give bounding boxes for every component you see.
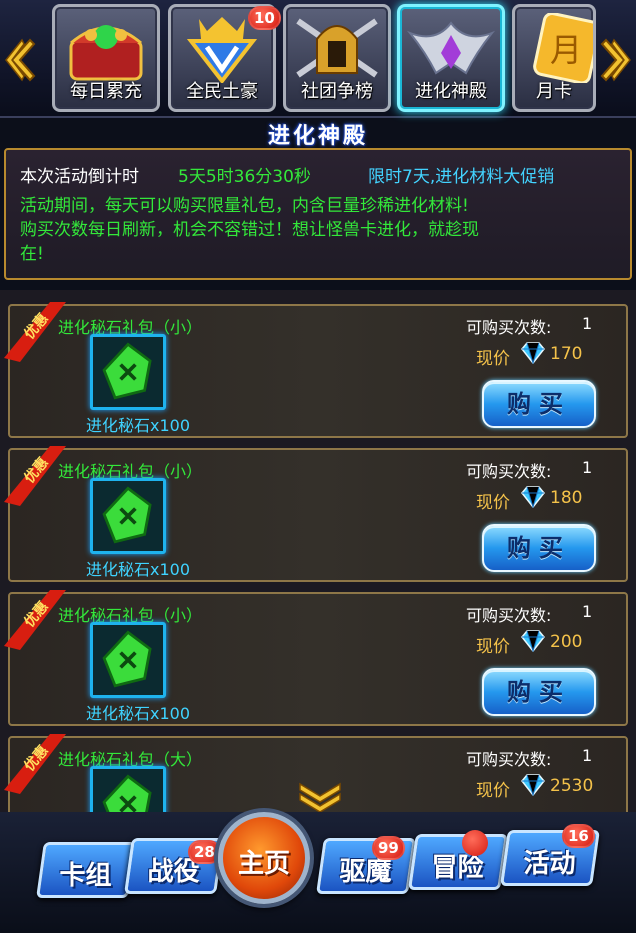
notification-badge: 28 (188, 840, 221, 864)
nav-adventure-button[interactable]: 冒险 (408, 834, 508, 890)
purchase-limit-label: 可购买次数: (466, 750, 552, 769)
tab-label: 全民土豪 (186, 81, 258, 102)
tab-label: 月卡 (536, 81, 572, 102)
activity-description: 活动期间，每天可以购买限量礼包，内含巨量珍稀进化材料! 购买次数每日刷新，机会不… (20, 194, 580, 266)
purchase-limit-value: 1 (582, 314, 593, 333)
price-label: 现价 (476, 349, 510, 369)
month-card-icon: 月 (521, 12, 593, 85)
desc-line: 在! (20, 244, 44, 264)
price-value: 200 (550, 632, 583, 652)
price-label: 现价 (476, 637, 510, 657)
package-card: 优惠 进化秘石礼包（小） 进化秘石x100 可购买次数: 1 现价 180 购买 (4, 446, 628, 582)
purchase-limit-value: 1 (582, 458, 593, 477)
buy-button[interactable]: 购买 (482, 524, 596, 572)
price-value: 170 (550, 344, 583, 364)
diamond-icon (521, 630, 545, 652)
scroll-down-chevron-icon[interactable] (296, 780, 344, 812)
treasure-chest-icon (61, 13, 151, 83)
winged-crest-icon (406, 13, 496, 83)
tab-month-card[interactable]: 月 月卡 (512, 4, 596, 112)
notification-badge: 10 (248, 6, 281, 30)
nav-home-button[interactable]: 主页 (218, 812, 310, 904)
nav-label: 卡组 (59, 861, 112, 891)
nav-label: 冒险 (431, 853, 484, 883)
package-list[interactable]: 优惠 进化秘石礼包（小） 进化秘石x100 可购买次数: 1 现价 170 购买… (0, 290, 636, 816)
evolution-stone-icon[interactable] (90, 334, 166, 410)
purchase-limit-label: 可购买次数: (466, 318, 552, 337)
evolution-stone-icon[interactable] (90, 478, 166, 554)
diamond-icon (521, 342, 545, 364)
purchase-limit-value: 1 (582, 602, 593, 621)
activity-info-panel: 本次活动倒计时 5天5时36分30秒 限时7天,进化材料大促销 活动期间，每天可… (4, 148, 632, 280)
package-card: 优惠 进化秘石礼包（小） 进化秘石x100 可购买次数: 1 现价 200 购买 (4, 590, 628, 726)
scroll-right-arrow-icon[interactable] (598, 36, 632, 84)
helmet-swords-icon (292, 13, 382, 83)
purchase-limit-label: 可购买次数: (466, 606, 552, 625)
evolution-stone-icon[interactable] (90, 622, 166, 698)
nav-deck-button[interactable]: 卡组 (36, 842, 136, 898)
tab-label: 进化神殿 (415, 81, 487, 102)
purchase-limit-value: 1 (582, 746, 593, 765)
price-label: 现价 (476, 781, 510, 801)
svg-text:月: 月 (550, 31, 582, 69)
page-title: 进化神殿 (267, 124, 368, 149)
promo-text: 限时7天,进化材料大促销 (368, 167, 555, 187)
tab-evolution-temple[interactable]: 进化神殿 (397, 4, 505, 112)
tab-daily-recharge[interactable]: 每日累充 (52, 4, 160, 112)
price-value: 2530 (550, 776, 594, 796)
purchase-limit-label: 可购买次数: (466, 462, 552, 481)
evolution-stone-icon[interactable] (90, 766, 166, 816)
item-name: 进化秘石x100 (85, 560, 190, 579)
notification-badge: 99 (372, 836, 405, 860)
package-card: 优惠 进化秘石礼包（小） 进化秘石x100 可购买次数: 1 现价 170 购买 (4, 302, 628, 438)
nav-label: 主页 (237, 849, 290, 879)
scroll-left-arrow-icon[interactable] (4, 36, 38, 84)
notification-dot (462, 830, 488, 856)
buy-button[interactable]: 购买 (482, 668, 596, 716)
desc-line: 活动期间，每天可以购买限量礼包，内含巨量珍稀进化材料! (20, 196, 469, 216)
tab-label: 每日累充 (70, 81, 142, 102)
top-tab-bar: 每日累充 全民土豪 10 社团争榜 进化神殿 月 月卡 (0, 0, 636, 118)
desc-line: 购买次数每日刷新，机会不容错过！想让怪兽卡进化，就趁现 (20, 220, 479, 240)
countdown-value: 5天5时36分30秒 (178, 167, 311, 187)
diamond-icon (521, 486, 545, 508)
bottom-nav: 卡组 战役 28 主页 驱魔 99 冒险 活动 16 (0, 812, 636, 933)
tab-label: 社团争榜 (301, 81, 373, 102)
buy-button[interactable]: 购买 (482, 380, 596, 428)
nav-label: 活动 (523, 849, 576, 879)
item-name: 进化秘石x100 (85, 416, 190, 435)
countdown-label: 本次活动倒计时 (20, 167, 139, 187)
price-label: 现价 (476, 493, 510, 513)
notification-badge: 16 (562, 824, 595, 848)
item-name: 进化秘石x100 (85, 704, 190, 723)
price-value: 180 (550, 488, 583, 508)
diamond-icon (521, 774, 545, 796)
tab-guild-ranking[interactable]: 社团争榜 (283, 4, 391, 112)
